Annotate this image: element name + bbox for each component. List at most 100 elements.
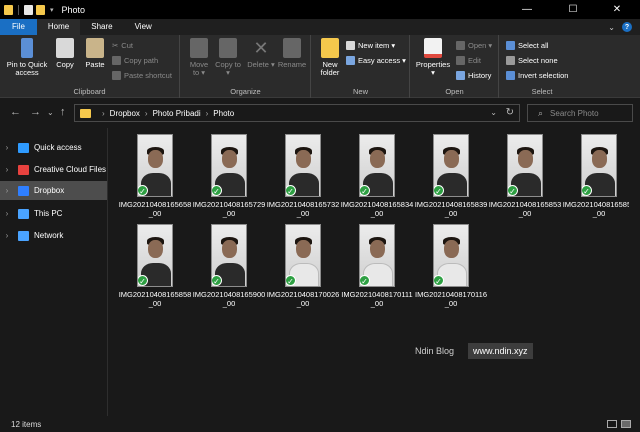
creative-cloud-icon	[18, 164, 29, 175]
details-view-button[interactable]	[607, 420, 617, 428]
cut-button[interactable]: ✂ Cut	[112, 41, 133, 50]
file-item[interactable]: ✓ IMG20210408165853_00	[488, 134, 562, 218]
expand-chevron-icon[interactable]: ›	[0, 186, 14, 195]
sidebar-item-quick-access[interactable]: › Quick access	[0, 138, 107, 157]
search-box[interactable]: ⌕ Search Photo	[527, 104, 633, 122]
move-to-button[interactable]: Move to ▾	[186, 38, 212, 77]
history-button[interactable]: History	[456, 71, 491, 80]
copy-path-button[interactable]: Copy path	[112, 56, 158, 65]
tab-share[interactable]: Share	[80, 19, 123, 35]
photo-thumbnail: ✓	[211, 224, 247, 287]
new-group: New folder New item ▾ Easy access ▾ New	[312, 35, 410, 98]
sidebar-item-dropbox[interactable]: › Dropbox	[0, 181, 107, 200]
watermark-brand: Ndin Blog	[415, 346, 455, 356]
photo-thumbnail: ✓	[359, 134, 395, 197]
close-button[interactable]: ✕	[594, 0, 640, 19]
file-name: IMG20210408165853_00	[488, 200, 562, 218]
delete-label: Delete ▾	[247, 60, 275, 69]
select-none-button[interactable]: Select none	[506, 56, 558, 65]
easy-access-button[interactable]: Easy access ▾	[346, 56, 406, 65]
file-item[interactable]: ✓ IMG20210408170026_00	[266, 224, 340, 308]
vertical-scrollbar[interactable]	[629, 128, 640, 416]
refresh-button[interactable]: ↻	[506, 107, 514, 118]
breadcrumb-photo[interactable]: Photo	[213, 109, 234, 118]
dropbox-icon	[18, 185, 29, 196]
tab-home[interactable]: Home	[36, 19, 81, 35]
easy-access-icon	[346, 56, 355, 65]
file-item[interactable]: ✓ IMG20210408165900_00	[192, 224, 266, 308]
expand-chevron-icon[interactable]: ›	[0, 165, 14, 174]
breadcrumb-dropbox[interactable]: Dropbox	[110, 109, 140, 118]
customize-toolbar-dropdown[interactable]: ▾	[50, 6, 54, 14]
file-item[interactable]: ✓ IMG20210408165658_00	[118, 134, 192, 218]
large-icons-view-button[interactable]	[621, 420, 631, 428]
help-icon[interactable]: ?	[622, 22, 632, 32]
file-item[interactable]: ✓ IMG20210408165834_00	[340, 134, 414, 218]
file-item[interactable]: ✓ IMG20210408165732_00	[266, 134, 340, 218]
new-folder-button[interactable]: New folder	[316, 38, 344, 77]
breadcrumb-photo-pribadi[interactable]: Photo Pribadi	[153, 109, 201, 118]
copy-to-button[interactable]: Copy to ▾	[215, 38, 241, 77]
sync-check-icon: ✓	[138, 185, 148, 196]
new-item-button[interactable]: New item ▾	[346, 41, 395, 50]
up-button[interactable]: ↑	[60, 106, 66, 118]
properties-icon[interactable]	[24, 4, 33, 15]
sidebar-item-network[interactable]: › Network	[0, 226, 107, 245]
file-item[interactable]: ✓ IMG20210408165729_00	[192, 134, 266, 218]
breadcrumb-separator: ›	[205, 108, 209, 118]
tab-view[interactable]: View	[124, 19, 163, 35]
new-folder-icon[interactable]	[36, 4, 45, 15]
copy-to-icon	[219, 38, 237, 58]
maximize-button[interactable]: ☐	[550, 0, 596, 19]
file-item[interactable]: ✓ IMG20210408170111_00	[340, 224, 414, 308]
photo-thumbnail: ✓	[285, 224, 321, 287]
file-name: IMG20210408165732_00	[266, 200, 340, 218]
address-bar[interactable]: › Dropbox › Photo Pribadi › Photo ⌄ ↻	[74, 104, 520, 122]
delete-icon: ✕	[253, 38, 269, 58]
photo-thumbnail: ✓	[359, 224, 395, 287]
sidebar-item-this-pc[interactable]: › This PC	[0, 204, 107, 223]
status-bar: 12 items	[0, 416, 640, 432]
open-button[interactable]: Open ▾	[456, 41, 492, 50]
file-item[interactable]: ✓ IMG20210408165839_00	[414, 134, 488, 218]
recent-locations-button[interactable]: ⌄	[47, 108, 54, 117]
collapse-ribbon-button[interactable]: ⌄	[608, 23, 615, 32]
invert-selection-button[interactable]: Invert selection	[506, 71, 568, 80]
minimize-button[interactable]: —	[504, 0, 550, 19]
copy-button[interactable]: Copy	[53, 38, 77, 69]
folder-icon[interactable]	[4, 4, 13, 15]
delete-button[interactable]: ✕ Delete ▾	[247, 38, 275, 69]
sidebar-item-label: Dropbox	[34, 186, 65, 195]
file-name: IMG20210408165834_00	[340, 200, 414, 218]
tab-file[interactable]: File	[0, 19, 37, 35]
select-all-button[interactable]: Select all	[506, 41, 548, 50]
file-name: IMG20210408165858_00	[118, 290, 192, 308]
file-item[interactable]: ✓ IMG20210408165855_00	[562, 134, 636, 218]
expand-chevron-icon[interactable]: ›	[0, 143, 14, 152]
properties-icon	[424, 38, 442, 58]
photo-thumbnail: ✓	[581, 134, 617, 197]
pin-to-quick-access-button[interactable]: Pin to Quick access	[4, 38, 50, 77]
sidebar-item-creative-cloud-files[interactable]: › Creative Cloud Files	[0, 160, 107, 179]
file-item[interactable]: ✓ IMG20210408170116_00	[414, 224, 488, 308]
properties-button[interactable]: Properties ▾	[414, 38, 452, 77]
expand-chevron-icon[interactable]: ›	[0, 209, 14, 218]
file-item[interactable]: ✓ IMG20210408165858_00	[118, 224, 192, 308]
edit-icon	[456, 56, 465, 65]
back-button[interactable]: ←	[10, 106, 21, 118]
file-name: IMG20210408165855_00	[562, 200, 636, 218]
file-name: IMG20210408170111_00	[341, 290, 413, 308]
expand-chevron-icon[interactable]: ›	[0, 231, 14, 240]
edit-button[interactable]: Edit	[456, 56, 481, 65]
rename-button[interactable]: Rename	[277, 38, 307, 69]
paste-shortcut-label: Paste shortcut	[124, 71, 172, 80]
paste-shortcut-button[interactable]: Paste shortcut	[112, 71, 172, 80]
sidebar-item-label: Network	[34, 231, 64, 240]
select-none-icon	[506, 56, 515, 65]
address-history-dropdown[interactable]: ⌄	[490, 108, 497, 117]
breadcrumb-separator: ›	[144, 108, 148, 118]
paste-button[interactable]: Paste	[82, 38, 108, 69]
photo-thumbnail: ✓	[433, 134, 469, 197]
breadcrumb-separator: ›	[102, 108, 105, 118]
forward-button[interactable]: →	[30, 106, 41, 118]
